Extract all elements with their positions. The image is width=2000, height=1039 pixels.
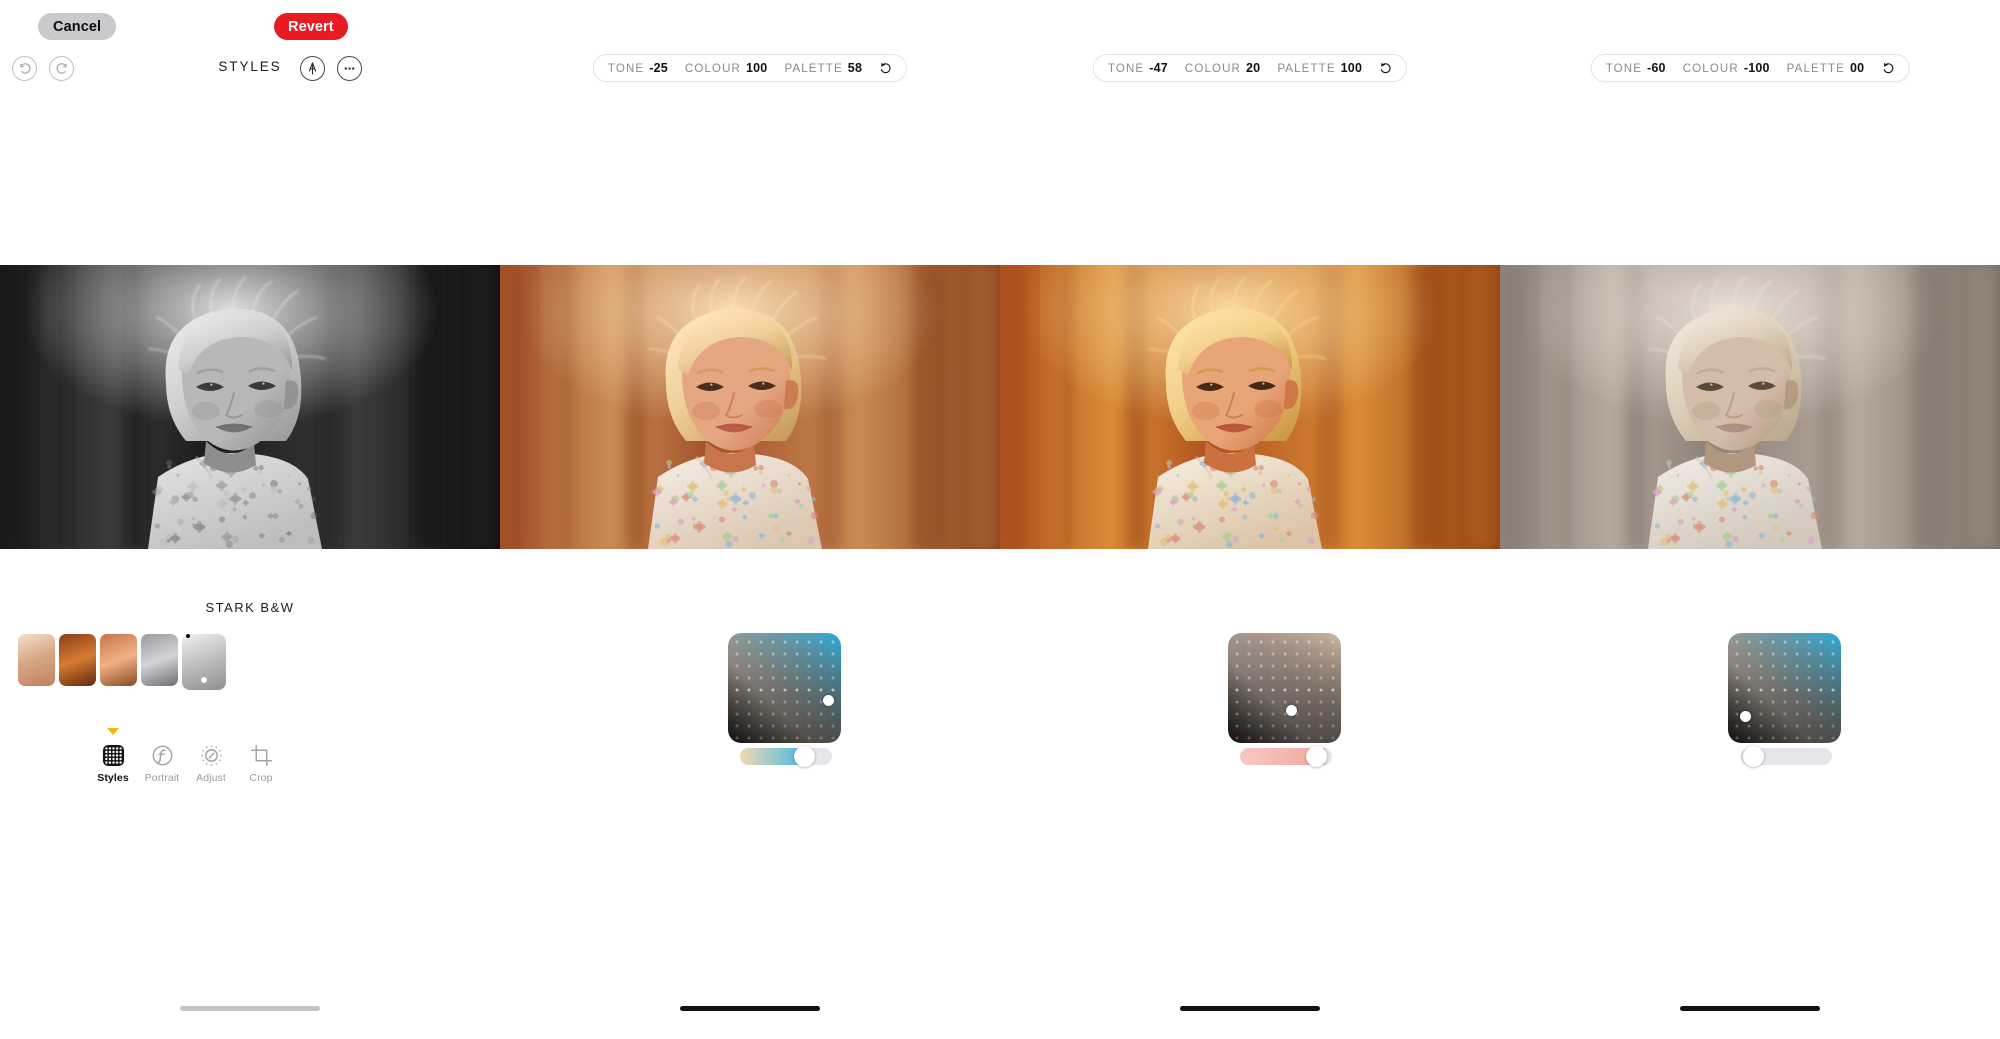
style-selected-indicator [186, 634, 190, 638]
style-thumb-vivid-cool[interactable] [141, 634, 178, 686]
colour-palette-pad[interactable] [1228, 633, 1341, 743]
photo-preview[interactable] [1000, 265, 1500, 549]
photo-preview[interactable] [1500, 265, 2000, 549]
colour-palette-pad[interactable] [728, 633, 841, 743]
auto-enhance-icon[interactable] [300, 56, 325, 81]
intensity-slider-knob[interactable] [1306, 746, 1328, 767]
editor-tab-bar: Styles Portrait Adjust Crop [0, 728, 500, 802]
home-indicator [180, 1006, 320, 1011]
colour-label: COLOUR [684, 63, 742, 75]
revert-button[interactable]: Revert [274, 13, 348, 40]
tone-label: TONE [607, 63, 645, 75]
reset-icon[interactable] [879, 62, 892, 75]
style-name: STARK B&W [205, 600, 295, 615]
colour-control[interactable]: COLOUR -100 [1683, 61, 1770, 75]
colour-pad-handle[interactable] [1286, 705, 1297, 716]
colour-value: -100 [1743, 61, 1770, 75]
intensity-slider-knob[interactable] [793, 746, 815, 767]
editor-panel-4: TONE -60 COLOUR -100 PALETTE 00 [1500, 0, 2000, 1039]
editor-panel-3: TONE -47 COLOUR 20 PALETTE 100 [1000, 0, 1500, 1039]
colour-palette-pad[interactable] [1728, 633, 1841, 743]
colour-label: COLOUR [1184, 63, 1242, 75]
tone-control[interactable]: TONE -25 [608, 61, 668, 75]
style-strip[interactable] [18, 634, 230, 690]
palette-label: PALETTE [784, 63, 843, 75]
tone-label: TONE [1605, 63, 1643, 75]
adjust-pill[interactable]: TONE -47 COLOUR 20 PALETTE 100 [1092, 54, 1408, 82]
palette-value: 100 [1340, 61, 1363, 75]
style-thumb-vivid-warm[interactable] [100, 634, 137, 686]
home-indicator [1180, 1006, 1320, 1011]
palette-label: PALETTE [1786, 63, 1845, 75]
palette-control[interactable]: PALETTE 58 [784, 61, 862, 75]
cancel-button[interactable]: Cancel [38, 13, 117, 40]
top-action-row: Cancel Revert [0, 13, 500, 43]
style-thumb-stark-bw[interactable] [182, 634, 226, 690]
tone-value: -47 [1149, 61, 1168, 75]
colour-value: 20 [1246, 61, 1261, 75]
intensity-slider-track[interactable] [740, 748, 832, 765]
colour-label: COLOUR [1682, 63, 1739, 75]
home-indicator [1680, 1006, 1820, 1011]
reset-icon[interactable] [1379, 62, 1392, 75]
tone-value: -60 [1647, 61, 1666, 75]
adjust-pill[interactable]: TONE -25 COLOUR 100 PALETTE 58 [592, 54, 908, 82]
photo-preview[interactable] [0, 265, 500, 549]
colour-pad-handle[interactable] [823, 695, 834, 706]
colour-pad-handle[interactable] [1740, 711, 1751, 722]
palette-label: PALETTE [1277, 63, 1336, 75]
tab-crop[interactable]: Crop [231, 742, 291, 784]
editor-panel-1: Cancel Revert STYLES STARK B&W Styles Po… [0, 0, 500, 1039]
more-options-icon[interactable] [337, 56, 362, 81]
style-thumb-dot [201, 677, 207, 683]
colour-control[interactable]: COLOUR 100 [685, 61, 768, 75]
palette-value: 00 [1849, 61, 1865, 75]
intensity-slider-knob[interactable] [1742, 746, 1764, 767]
page-title: STYLES [218, 59, 282, 74]
crop-icon [231, 742, 291, 768]
style-thumb-vivid[interactable] [59, 634, 96, 686]
panel-container: Cancel Revert STYLES STARK B&W Styles Po… [0, 0, 2000, 1039]
home-indicator [680, 1006, 820, 1011]
tone-value: -25 [649, 61, 668, 75]
tab-active-caret [107, 728, 119, 735]
tone-control[interactable]: TONE -60 [1606, 61, 1666, 75]
palette-control[interactable]: PALETTE 100 [1277, 61, 1362, 75]
photo-preview[interactable] [500, 265, 1000, 549]
tone-control[interactable]: TONE -47 [1108, 61, 1168, 75]
palette-value: 58 [847, 61, 863, 75]
tab-label: Crop [249, 772, 273, 784]
adjust-pill[interactable]: TONE -60 COLOUR -100 PALETTE 00 [1590, 54, 1910, 82]
colour-control[interactable]: COLOUR 20 [1185, 61, 1260, 75]
tone-label: TONE [1107, 63, 1145, 75]
editor-panel-2: TONE -25 COLOUR 100 PALETTE 58 [500, 0, 1000, 1039]
editor-nav-row: STYLES [0, 54, 500, 84]
reset-icon[interactable] [1881, 62, 1894, 75]
style-thumb-standard[interactable] [18, 634, 55, 686]
colour-value: 100 [746, 61, 768, 75]
palette-control[interactable]: PALETTE 00 [1787, 61, 1865, 75]
